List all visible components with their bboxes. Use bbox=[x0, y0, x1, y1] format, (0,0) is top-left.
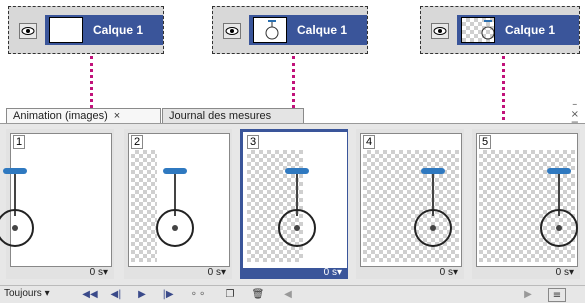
frame-number: 4 bbox=[363, 135, 376, 149]
scroll-right-icon[interactable]: ▶ bbox=[520, 288, 536, 300]
layer-thumbnail bbox=[49, 17, 83, 43]
layer-row-3[interactable]: Calque 1 bbox=[420, 6, 580, 54]
collapse-icon[interactable]: ◀ bbox=[280, 288, 296, 300]
frame-delay[interactable]: 0 s▾ bbox=[556, 267, 574, 278]
frame-thumbnail: 4 bbox=[360, 133, 462, 267]
frame-number: 1 bbox=[13, 135, 26, 149]
frame-delay[interactable]: 0 s▾ bbox=[440, 267, 458, 278]
layer-thumbnail bbox=[461, 17, 495, 43]
loop-options-select[interactable]: Toujours ▾ bbox=[4, 288, 50, 299]
animation-toolbar: Toujours ▾ ◀◀ ◀| ▶ |▶ ⚬⚬ ❐ 🗑 ◀ ▶ ≡ bbox=[0, 285, 585, 303]
tab-journal-des-mesures[interactable]: Journal des mesures bbox=[162, 108, 304, 123]
layer-name: Calque 1 bbox=[505, 23, 556, 37]
tab-label: Journal des mesures bbox=[169, 110, 272, 122]
frame-thumbnail: 1 bbox=[0, 133, 112, 267]
animation-frame-4[interactable]: 4 0 s▾ bbox=[356, 129, 464, 279]
frame-canvas bbox=[247, 150, 343, 262]
panel-tab-row: Animation (images) × Journal des mesures … bbox=[0, 100, 585, 130]
unicycle-icon bbox=[0, 168, 34, 247]
layer-thumbnail bbox=[253, 17, 287, 43]
layer-selection-highlight: Calque 1 bbox=[45, 15, 163, 45]
tab-animation[interactable]: Animation (images) × bbox=[6, 108, 161, 123]
unicycle-icon bbox=[265, 20, 279, 40]
frame-thumbnail: 2 bbox=[128, 133, 230, 267]
eye-icon[interactable] bbox=[19, 23, 37, 39]
unicycle-icon bbox=[481, 20, 495, 40]
chevron-down-icon: ▾ bbox=[452, 267, 458, 278]
first-frame-icon[interactable]: ◀◀ bbox=[82, 288, 98, 300]
animation-frames-strip: 1 0 s▾ 2 0 s▾ 3 0 s▾ 4 0 s▾ 5 0 s▾ bbox=[0, 123, 585, 286]
unicycle-icon bbox=[414, 168, 452, 247]
unicycle-icon bbox=[540, 168, 578, 247]
close-icon[interactable]: × bbox=[114, 110, 120, 122]
unicycle-icon bbox=[156, 168, 194, 247]
frame-number: 2 bbox=[131, 135, 144, 149]
animation-frame-2[interactable]: 2 0 s▾ bbox=[124, 129, 232, 279]
layer-name: Calque 1 bbox=[297, 23, 348, 37]
frame-delay[interactable]: 0 s▾ bbox=[90, 267, 108, 278]
tween-icon[interactable]: ⚬⚬ bbox=[190, 288, 207, 300]
frame-delay[interactable]: 0 s▾ bbox=[324, 267, 342, 278]
layer-row-1[interactable]: Calque 1 bbox=[8, 6, 164, 54]
layer-selection-highlight: Calque 1 bbox=[249, 15, 367, 45]
chevron-down-icon: ▾ bbox=[102, 267, 108, 278]
frame-thumbnail: 5 bbox=[476, 133, 578, 267]
frame-canvas bbox=[479, 150, 578, 262]
frame-canvas bbox=[131, 150, 227, 262]
timeline-mode-icon[interactable]: ≡ bbox=[548, 288, 566, 302]
unicycle-icon bbox=[278, 168, 316, 247]
eye-icon[interactable] bbox=[223, 23, 241, 39]
frame-number: 3 bbox=[247, 135, 260, 149]
layer-row-2[interactable]: Calque 1 bbox=[212, 6, 368, 54]
frame-thumbnail: 3 bbox=[243, 132, 347, 268]
animation-frame-1[interactable]: 1 0 s▾ bbox=[0, 129, 114, 279]
eye-icon[interactable] bbox=[431, 23, 449, 39]
layer-selection-highlight: Calque 1 bbox=[457, 15, 579, 45]
play-icon[interactable]: ▶ bbox=[134, 288, 150, 300]
frame-canvas bbox=[0, 150, 109, 262]
animation-frame-3[interactable]: 3 0 s▾ bbox=[240, 129, 348, 279]
layer-name: Calque 1 bbox=[93, 23, 144, 37]
duplicate-frame-icon[interactable]: ❐ bbox=[222, 288, 238, 300]
frame-canvas bbox=[363, 150, 459, 262]
chevron-down-icon: ▾ bbox=[568, 267, 574, 278]
chevron-down-icon: ▾ bbox=[336, 267, 342, 278]
chevron-down-icon: ▾ bbox=[44, 288, 50, 299]
delete-frame-icon[interactable]: 🗑 bbox=[250, 288, 266, 300]
tab-label: Animation (images) bbox=[13, 110, 108, 122]
frame-delay[interactable]: 0 s▾ bbox=[208, 267, 226, 278]
previous-frame-icon[interactable]: ◀| bbox=[108, 288, 124, 300]
animation-frame-5[interactable]: 5 0 s▾ bbox=[472, 129, 580, 279]
next-frame-icon[interactable]: |▶ bbox=[160, 288, 176, 300]
chevron-down-icon: ▾ bbox=[220, 267, 226, 278]
frame-number: 5 bbox=[479, 135, 492, 149]
